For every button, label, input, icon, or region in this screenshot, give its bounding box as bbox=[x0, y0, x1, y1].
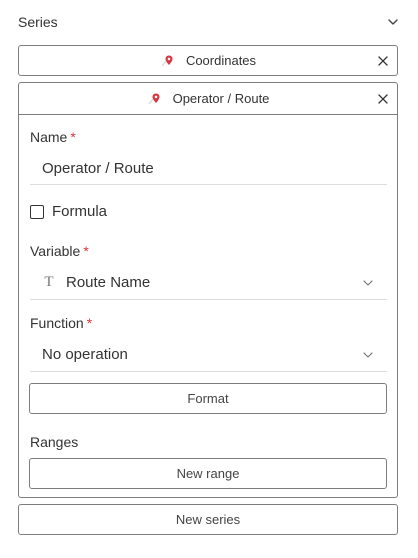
name-label-text: Name bbox=[30, 129, 68, 145]
variable-select[interactable]: T Route Name bbox=[30, 266, 387, 300]
name-label: Name * bbox=[30, 129, 76, 145]
format-button[interactable]: Format bbox=[29, 383, 387, 414]
chevron-down-icon[interactable] bbox=[386, 15, 400, 29]
map-pin-icon bbox=[148, 93, 160, 104]
close-icon[interactable] bbox=[378, 55, 388, 66]
variable-label: Variable * bbox=[30, 243, 89, 259]
close-icon[interactable] bbox=[378, 93, 388, 104]
ranges-label: Ranges bbox=[30, 434, 79, 450]
series-item-operator-route[interactable]: Operator / Route bbox=[19, 83, 397, 115]
series-panel-operator-route: Operator / Route Name* Formula Variable*… bbox=[18, 82, 398, 498]
function-label-text: Function bbox=[30, 315, 84, 331]
formula-toggle[interactable]: Formula bbox=[30, 203, 107, 220]
required-mark: * bbox=[70, 129, 76, 145]
new-series-button[interactable]: New series bbox=[18, 504, 398, 535]
chevron-down-icon bbox=[363, 279, 373, 286]
variable-value: Route Name bbox=[66, 274, 151, 291]
function-select[interactable]: No operation bbox=[30, 338, 387, 372]
formula-label: Formula bbox=[52, 203, 108, 220]
name-field[interactable] bbox=[30, 153, 387, 185]
series-section-header[interactable]: Series bbox=[18, 10, 400, 34]
series-item-coordinates[interactable]: Coordinates bbox=[18, 45, 398, 76]
variable-label-text: Variable bbox=[30, 243, 81, 259]
map-pin-icon bbox=[161, 55, 173, 66]
function-value: No operation bbox=[42, 346, 128, 363]
chevron-down-icon bbox=[363, 351, 373, 358]
series-item-label: Coordinates bbox=[185, 53, 257, 68]
required-mark: * bbox=[83, 243, 89, 259]
function-label: Function * bbox=[30, 315, 92, 331]
series-item-label: Operator / Route bbox=[172, 91, 270, 106]
section-title: Series bbox=[18, 14, 58, 30]
required-mark: * bbox=[86, 315, 93, 331]
formula-checkbox[interactable] bbox=[30, 204, 44, 219]
text-type-icon: T bbox=[44, 274, 54, 290]
new-range-button[interactable]: New range bbox=[29, 458, 387, 489]
